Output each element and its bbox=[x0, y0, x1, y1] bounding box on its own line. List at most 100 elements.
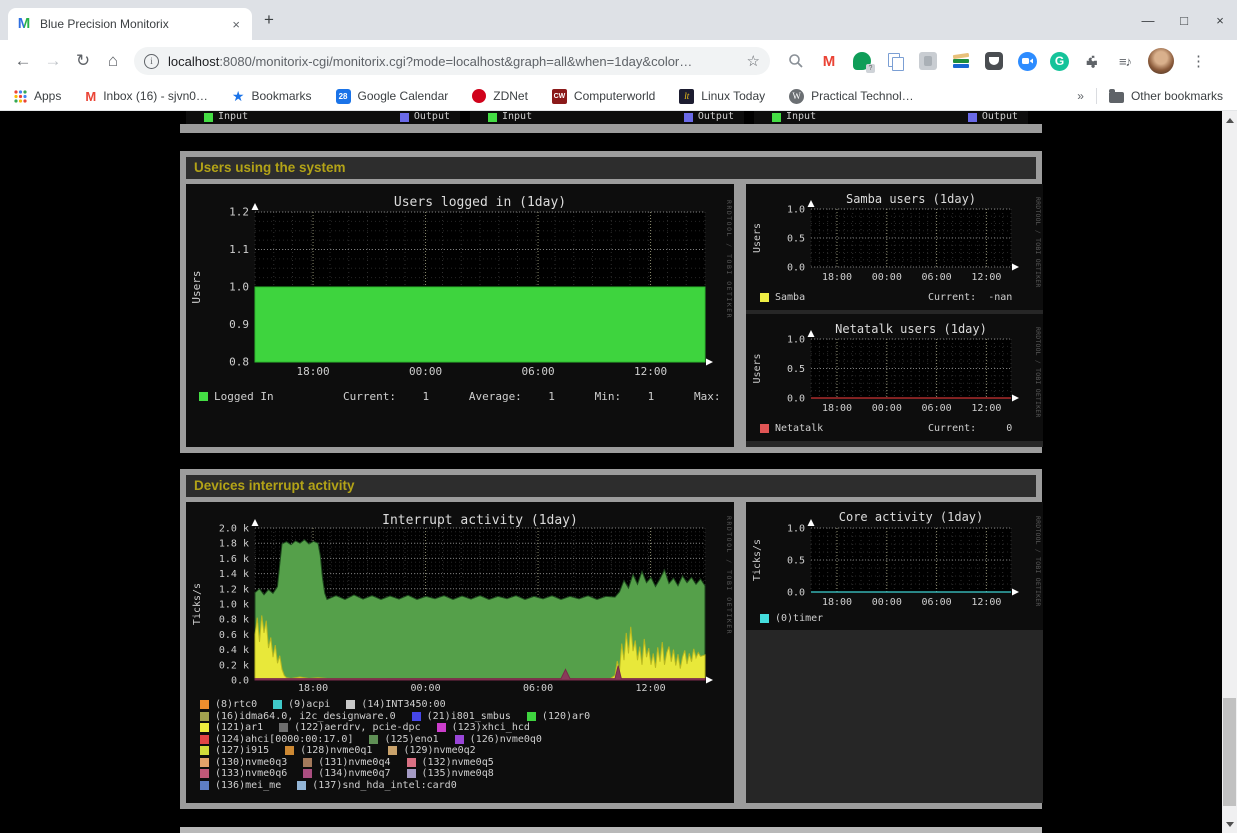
zdnet-icon bbox=[472, 89, 486, 103]
svg-text:06:00: 06:00 bbox=[521, 365, 554, 378]
bookmark-google-calendar[interactable]: 28Google Calendar bbox=[336, 89, 449, 104]
legend-item: Logged In bbox=[199, 390, 274, 403]
svg-text:18:00: 18:00 bbox=[822, 403, 852, 414]
close-icon[interactable]: × bbox=[1213, 13, 1227, 28]
network-graph-partial-3[interactable]: Input Output bbox=[754, 111, 1028, 124]
gmail-icon[interactable]: M bbox=[819, 51, 839, 71]
minimize-icon[interactable]: — bbox=[1141, 13, 1155, 28]
google-voice-icon[interactable] bbox=[852, 51, 872, 71]
section-interrupts-title: Devices interrupt activity bbox=[186, 475, 1036, 497]
scroll-up-icon[interactable] bbox=[1222, 113, 1237, 127]
legend-swatch bbox=[527, 712, 536, 721]
bookmarks-overflow-chevron[interactable]: » bbox=[1077, 89, 1084, 103]
zoom-camera-icon[interactable] bbox=[1017, 51, 1037, 71]
legend-swatch bbox=[200, 712, 209, 721]
legend-item: (136)mei_me bbox=[200, 780, 281, 791]
svg-text:1.2: 1.2 bbox=[229, 206, 249, 219]
samba-users-graph[interactable]: 1.00.50.018:0000:0006:0012:00Samba users… bbox=[746, 184, 1043, 310]
interrupt-activity-graph[interactable]: 2.0 k1.8 k1.6 k1.4 k1.2 k1.0 k0.8 k0.6 k… bbox=[186, 502, 734, 803]
svg-text:Users: Users bbox=[190, 270, 203, 303]
core_activity-svg: 1.00.50.018:0000:0006:0012:00Core activi… bbox=[746, 502, 1043, 630]
bookmark-practical-technology[interactable]: WPractical Technol… bbox=[789, 89, 914, 104]
scroll-down-icon[interactable] bbox=[1222, 817, 1237, 831]
svg-text:1.6 k: 1.6 k bbox=[219, 554, 249, 565]
svg-text:0.2 k: 0.2 k bbox=[219, 660, 249, 671]
tab-strip: M Blue Precision Monitorix × + — □ × bbox=[0, 0, 1237, 40]
svg-text:Netatalk users (1day): Netatalk users (1day) bbox=[835, 322, 987, 336]
playlist-icon[interactable]: ≡♪ bbox=[1115, 51, 1135, 71]
disabled-extension-icon[interactable] bbox=[918, 51, 938, 71]
home-icon[interactable]: ⌂ bbox=[98, 46, 128, 76]
bookmark-computerworld[interactable]: CWComputerworld bbox=[552, 89, 655, 104]
network-graph-partial-1[interactable]: Input Output bbox=[186, 111, 460, 124]
copy-pages-icon[interactable] bbox=[885, 51, 905, 71]
svg-text:Users: Users bbox=[752, 223, 763, 253]
svg-text:0.0: 0.0 bbox=[231, 676, 249, 687]
reload-icon[interactable]: ↻ bbox=[68, 46, 98, 76]
legend-item: (125)eno1 bbox=[369, 734, 438, 745]
legend-swatch bbox=[760, 424, 769, 433]
bookmark-bookmarks[interactable]: ★Bookmarks bbox=[232, 88, 312, 105]
browser-menu-icon[interactable]: ⋮ bbox=[1191, 52, 1206, 70]
address-bar[interactable]: i localhost:8080/monitorix-cgi/monitorix… bbox=[134, 47, 770, 75]
input-label: Input bbox=[786, 111, 816, 123]
svg-text:00:00: 00:00 bbox=[409, 365, 442, 378]
core-activity-graph[interactable]: 1.00.50.018:0000:0006:0012:00Core activi… bbox=[746, 502, 1043, 630]
svg-text:12:00: 12:00 bbox=[971, 272, 1001, 283]
other-bookmarks[interactable]: Other bookmarks bbox=[1109, 89, 1223, 103]
legend-item: (0)timer bbox=[760, 613, 823, 624]
users-logged-in-graph[interactable]: 1.21.11.00.90.818:0000:0006:0012:00Users… bbox=[186, 184, 734, 447]
bookmark-inbox[interactable]: MInbox (16) - sjvn0… bbox=[85, 89, 208, 104]
netatalk-users-graph[interactable]: 1.00.50.018:0000:0006:0012:00Netatalk us… bbox=[746, 314, 1043, 441]
legend-item: (127)i915 bbox=[200, 745, 269, 756]
bookmark-zdnet[interactable]: ZDNet bbox=[472, 89, 528, 103]
page-info-icon[interactable]: i bbox=[144, 54, 159, 69]
legend-item: (8)rtc0 bbox=[200, 699, 257, 710]
grammarly-icon[interactable]: G bbox=[1050, 52, 1069, 71]
legend-item: (16)idma64.0, i2c_designware.0 bbox=[200, 711, 396, 722]
browser-toolbar: ← → ↻ ⌂ i localhost:8080/monitorix-cgi/m… bbox=[0, 40, 1237, 82]
input-swatch bbox=[204, 113, 213, 122]
bookmark-linux-today[interactable]: ltLinux Today bbox=[679, 89, 765, 104]
pocket-icon[interactable] bbox=[984, 51, 1004, 71]
extensions-puzzle-icon[interactable] bbox=[1082, 51, 1102, 71]
section-users: Users using the system 1.21.11.00.90.818… bbox=[180, 151, 1042, 453]
input-swatch bbox=[772, 113, 781, 122]
svg-text:0.0: 0.0 bbox=[787, 263, 805, 274]
legend-swatch bbox=[200, 723, 209, 732]
maximize-icon[interactable]: □ bbox=[1177, 13, 1191, 28]
tab-close-icon[interactable]: × bbox=[228, 15, 244, 34]
bookmark-star-icon[interactable]: ☆ bbox=[747, 52, 760, 70]
svg-text:RRDTOOL / TOBI OETIKER: RRDTOOL / TOBI OETIKER bbox=[1034, 197, 1042, 288]
legend-swatch bbox=[346, 700, 355, 709]
books-stack-icon[interactable] bbox=[951, 51, 971, 71]
svg-text:1.8 k: 1.8 k bbox=[219, 539, 249, 550]
legend-stats: Current: -nan bbox=[928, 292, 1012, 303]
back-icon[interactable]: ← bbox=[8, 46, 38, 76]
scrollbar-thumb[interactable] bbox=[1223, 698, 1236, 806]
new-tab-button[interactable]: + bbox=[264, 10, 274, 30]
svg-text:0.5: 0.5 bbox=[787, 364, 805, 375]
forward-icon[interactable]: → bbox=[38, 46, 68, 76]
search-icon[interactable] bbox=[786, 51, 806, 71]
svg-text:06:00: 06:00 bbox=[922, 272, 952, 283]
network-graph-partial-2[interactable]: Input Output bbox=[470, 111, 744, 124]
page-scrollbar[interactable] bbox=[1222, 111, 1237, 833]
output-label: Output bbox=[414, 111, 450, 123]
apps-shortcut[interactable]: Apps bbox=[14, 89, 61, 103]
profile-avatar[interactable] bbox=[1148, 48, 1174, 74]
legend-item: (14)INT3450:00 bbox=[346, 699, 445, 710]
legend-item: (129)nvme0q2 bbox=[388, 745, 475, 756]
netatalk_users-legend: NetatalkCurrent: 0 bbox=[760, 423, 1043, 436]
netatalk_users-svg: 1.00.50.018:0000:0006:0012:00Netatalk us… bbox=[746, 314, 1043, 441]
browser-tab[interactable]: M Blue Precision Monitorix × bbox=[8, 8, 252, 40]
legend-swatch bbox=[200, 746, 209, 755]
users-right-column: 1.00.50.018:0000:0006:0012:00Samba users… bbox=[746, 184, 1043, 447]
svg-text:0.5: 0.5 bbox=[787, 556, 805, 567]
legend-swatch bbox=[200, 735, 209, 744]
calendar-icon: 28 bbox=[336, 89, 351, 104]
legend-swatch bbox=[303, 758, 312, 767]
legend-item: Netatalk bbox=[760, 423, 823, 434]
legend-item: Samba bbox=[760, 292, 805, 303]
legend-swatch bbox=[200, 700, 209, 709]
